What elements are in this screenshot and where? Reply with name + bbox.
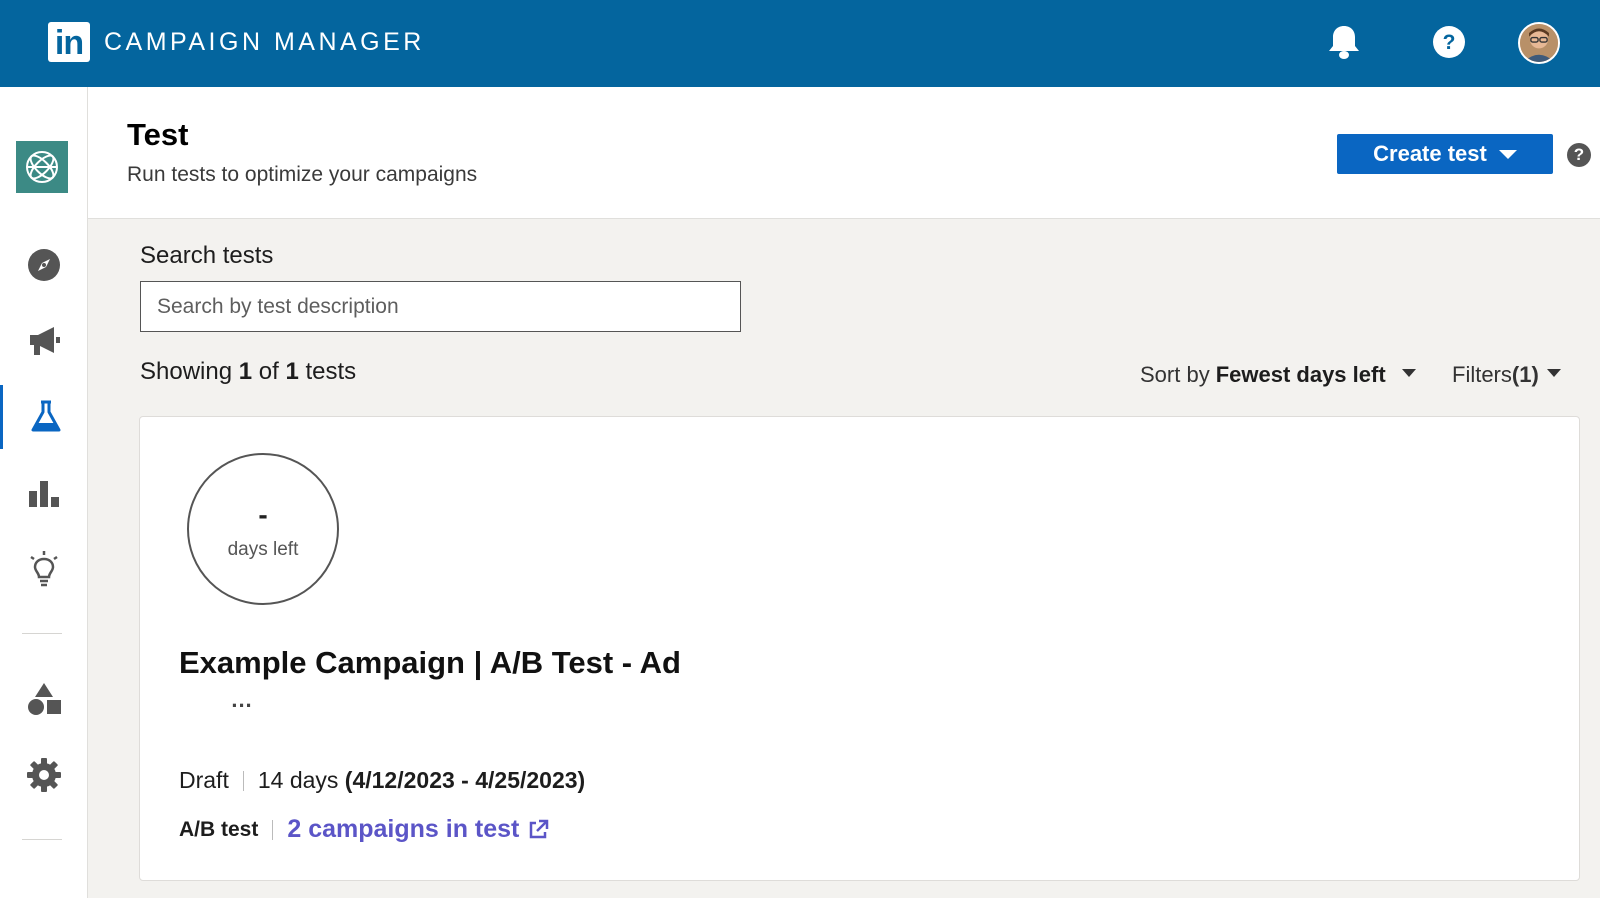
page-header: Test Run tests to optimize your campaign…	[88, 87, 1600, 219]
sort-value: Fewest days left	[1215, 362, 1386, 387]
test-card: - days left Example Campaign | A/B Test …	[139, 416, 1580, 881]
create-test-button[interactable]: Create test	[1337, 134, 1553, 174]
megaphone-icon	[30, 327, 60, 355]
results-total: 1	[285, 358, 299, 385]
avatar[interactable]	[1518, 22, 1560, 64]
sidebar-item-insights[interactable]	[0, 537, 88, 601]
shapes-icon	[28, 683, 61, 715]
test-status-row: Draft 14 days (4/12/2023 - 4/25/2023)	[179, 767, 585, 794]
filters-count: (1)	[1511, 362, 1539, 387]
top-navigation-bar: in CAMPAIGN MANAGER ?	[0, 0, 1600, 87]
results-shown: 1	[238, 358, 253, 385]
filters-dropdown[interactable]: Filters (1)	[1452, 362, 1561, 388]
sidebar-item-test[interactable]	[0, 385, 88, 449]
compass-icon	[28, 249, 60, 281]
test-type: A/B test	[179, 817, 259, 841]
flask-icon	[31, 400, 60, 432]
account-globe-icon[interactable]	[16, 141, 68, 193]
sidebar-divider	[22, 633, 62, 634]
divider	[242, 770, 244, 791]
results-of: of	[258, 358, 279, 385]
sidebar-divider	[22, 839, 62, 840]
sidebar-item-campaigns[interactable]	[0, 309, 88, 373]
lightbulb-icon	[30, 551, 58, 587]
sort-prefix: Sort by	[1140, 362, 1210, 387]
test-duration: 14 days	[257, 767, 339, 793]
page-title: Test	[127, 117, 189, 152]
results-count: Showing 1 of 1 tests	[140, 358, 356, 386]
page-subtitle: Run tests to optimize your campaigns	[127, 163, 478, 186]
test-date-range: (4/12/2023 - 4/25/2023)	[344, 767, 586, 793]
svg-text:?: ?	[1443, 31, 1456, 54]
days-left-value: -	[258, 499, 268, 530]
sort-dropdown[interactable]: Sort by Fewest days left	[1140, 362, 1416, 388]
external-link-icon	[530, 819, 549, 838]
chevron-down-icon	[1401, 369, 1416, 377]
search-input[interactable]	[140, 281, 741, 332]
chevron-down-icon	[1546, 369, 1561, 377]
results-prefix: Showing	[140, 358, 233, 385]
test-type-row: A/B test 2 campaigns in test	[179, 815, 549, 844]
campaigns-link-label: 2 campaigns in test	[287, 815, 520, 843]
chevron-down-icon	[1498, 149, 1517, 159]
sidebar-item-analytics[interactable]	[0, 461, 88, 525]
bar-chart-icon	[29, 481, 59, 507]
gear-icon	[27, 758, 61, 792]
days-left-label: days left	[227, 539, 299, 560]
more-options-button[interactable]: ...	[225, 689, 259, 717]
sidebar-item-settings[interactable]	[0, 743, 88, 807]
filters-label: Filters	[1452, 362, 1512, 387]
left-sidebar	[0, 87, 88, 898]
sidebar-item-assets[interactable]	[0, 667, 88, 731]
test-title[interactable]: Example Campaign | A/B Test - Ad	[179, 645, 681, 681]
app-name: CAMPAIGN MANAGER	[104, 28, 425, 56]
search-label: Search tests	[140, 242, 274, 269]
results-suffix: tests	[305, 358, 357, 385]
sidebar-item-explore[interactable]	[0, 233, 88, 297]
days-left-indicator: - days left	[187, 453, 339, 605]
help-icon[interactable]: ?	[1567, 143, 1591, 167]
bell-icon[interactable]	[1324, 22, 1364, 62]
linkedin-logo[interactable]: in	[48, 22, 90, 62]
divider	[272, 819, 274, 840]
test-status: Draft	[179, 767, 229, 793]
create-test-label: Create test	[1373, 141, 1487, 166]
campaigns-in-test-link[interactable]: 2 campaigns in test	[287, 815, 549, 844]
help-icon[interactable]: ?	[1429, 22, 1469, 62]
